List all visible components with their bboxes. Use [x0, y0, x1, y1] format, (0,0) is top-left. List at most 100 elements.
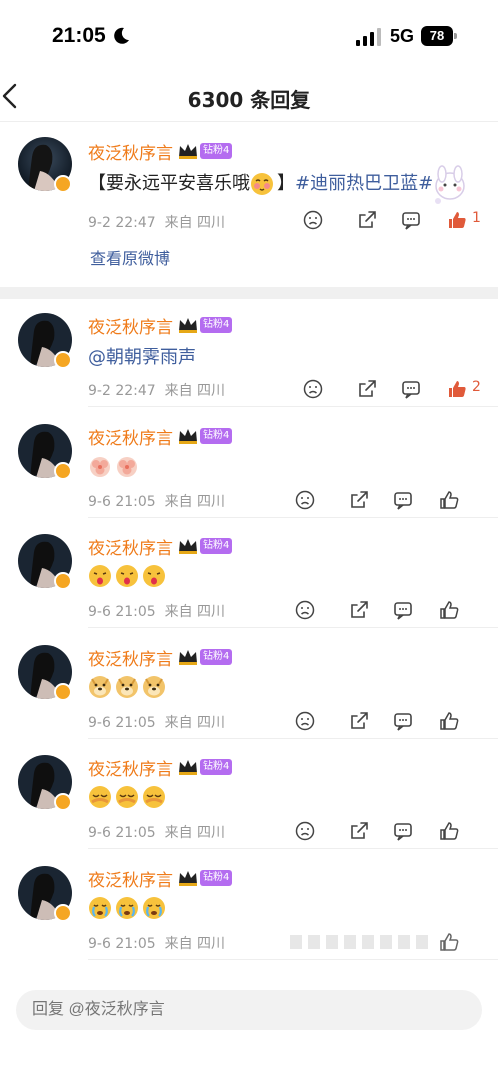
reply-text [88, 785, 169, 809]
share-icon[interactable] [348, 710, 370, 732]
username[interactable]: 夜泛秋序言 [88, 645, 173, 670]
mention-link[interactable]: @朝朝霁雨声 [88, 347, 196, 368]
crown-icon [179, 760, 197, 775]
row-divider [88, 627, 498, 628]
username[interactable]: 夜泛秋序言 [88, 755, 173, 780]
reply-source: 来自 四川 [164, 494, 226, 510]
username[interactable]: 夜泛秋序言 [88, 424, 173, 449]
sticker-icon [435, 165, 465, 204]
fan-badge: 钻粉4 [200, 649, 233, 665]
share-icon[interactable] [348, 599, 370, 621]
share-icon[interactable] [348, 489, 370, 511]
like-icon[interactable] [438, 710, 460, 732]
dislike-face-icon[interactable] [294, 820, 316, 842]
peach-heart-emoji-icon [117, 457, 137, 477]
view-original-link[interactable]: 查看原微博 [90, 245, 170, 269]
crying-emoji-icon [143, 897, 165, 919]
crown-icon [179, 318, 197, 333]
reply-item: 夜泛秋序言 钻粉4 9-6 21:05 来自 四川 [0, 850, 498, 960]
dislike-face-icon[interactable] [294, 710, 316, 732]
comment-icon[interactable] [400, 378, 422, 400]
dislike-face-icon[interactable] [302, 209, 324, 231]
reply-item: 夜泛秋序言 钻粉4 @朝朝霁雨声 9-2 22:47 来自 四川 2 [0, 297, 498, 407]
verified-badge-icon [54, 572, 72, 590]
dislike-face-icon[interactable] [302, 378, 324, 400]
crown-icon [179, 871, 197, 886]
reply-actions [290, 489, 480, 513]
comment-time: 9-2 22:47 [88, 215, 156, 231]
pleading-emoji-icon [116, 786, 138, 808]
comment-text: 【要永远平安喜乐哦 】#迪丽热巴卫蓝# [88, 173, 434, 195]
verified-badge-icon [54, 175, 72, 193]
dislike-face-icon[interactable] [294, 489, 316, 511]
comment-icon[interactable] [400, 209, 422, 231]
reply-input[interactable] [16, 990, 482, 1030]
reply-item: 夜泛秋序言 钻粉4 9-6 21:05 来自 四川 [0, 739, 498, 849]
username[interactable]: 夜泛秋序言 [88, 534, 173, 559]
like-icon[interactable] [446, 209, 468, 231]
reply-time: 9-6 21:05 [88, 825, 156, 841]
dislike-face-icon[interactable] [294, 599, 316, 621]
crying-emoji-icon [89, 897, 111, 919]
like-icon[interactable] [438, 820, 460, 842]
reply-item: 夜泛秋序言 钻粉4 9-6 21:05 来自 四川 [0, 629, 498, 739]
reply-actions [290, 710, 480, 734]
reply-source: 来自 四川 [164, 936, 226, 952]
verified-badge-icon [54, 351, 72, 369]
reply-source: 来自 四川 [164, 383, 226, 399]
like-icon[interactable] [438, 489, 460, 511]
page-title: 6300 条回复 [187, 88, 311, 112]
crown-icon [179, 650, 197, 665]
username[interactable]: 夜泛秋序言 [88, 139, 173, 164]
comment-icon[interactable] [392, 820, 414, 842]
username[interactable]: 夜泛秋序言 [88, 866, 173, 891]
comment-icon[interactable] [392, 489, 414, 511]
network-type: 5G [390, 26, 415, 46]
comment-icon[interactable] [392, 710, 414, 732]
username[interactable]: 夜泛秋序言 [88, 313, 173, 338]
reply-source: 来自 四川 [164, 715, 226, 731]
reply-text [88, 896, 169, 920]
pleading-emoji-icon [143, 786, 165, 808]
reply-time: 9-2 22:47 [88, 383, 156, 399]
comment-icon[interactable] [392, 599, 414, 621]
reply-time: 9-6 21:05 [88, 494, 156, 510]
reply-item: 夜泛秋序言 钻粉4 9-6 21:05 来自 四川 [0, 408, 498, 518]
reply-text [88, 675, 169, 699]
placeholder-actions [290, 935, 430, 949]
reply-time: 9-6 21:05 [88, 715, 156, 731]
like-icon[interactable] [438, 599, 460, 621]
verified-badge-icon [54, 683, 72, 701]
signal-icon [356, 28, 381, 46]
status-bar: 21:05 5G 78 [0, 0, 498, 72]
verified-badge-icon [54, 904, 72, 922]
pleading-emoji-icon [89, 786, 111, 808]
like-icon[interactable] [438, 931, 460, 953]
kiss-emoji-icon [116, 565, 138, 587]
fan-badge: 钻粉4 [200, 538, 233, 554]
doge-emoji-icon [116, 676, 138, 698]
row-divider [88, 848, 498, 849]
reply-time: 9-6 21:05 [88, 936, 156, 952]
share-icon[interactable] [356, 378, 378, 400]
row-divider [88, 406, 498, 407]
kiss-emoji-icon [89, 565, 111, 587]
reply-actions [290, 820, 480, 844]
topic-link[interactable]: #迪丽热巴卫蓝# [295, 173, 433, 194]
status-time: 21:05 [52, 24, 106, 47]
main-comment: 夜泛秋序言 钻粉4 【要永远平安喜乐哦 】#迪丽热巴卫蓝# 9-2 22:47 来… [0, 122, 498, 287]
header: 6300 条回复 [0, 72, 498, 122]
fan-badge: 钻粉4 [200, 143, 233, 159]
reply-text [88, 454, 142, 478]
like-icon[interactable] [446, 378, 468, 400]
share-icon[interactable] [348, 820, 370, 842]
share-icon[interactable] [356, 209, 378, 231]
comment-source: 来自 四川 [164, 215, 226, 231]
kiss-emoji-icon [143, 565, 165, 587]
peach-heart-emoji-icon [90, 457, 110, 477]
reply-actions [290, 931, 480, 955]
battery-icon: 78 [421, 26, 457, 46]
reply-text: @朝朝霁雨声 [88, 343, 196, 369]
doge-emoji-icon [89, 676, 111, 698]
verified-badge-icon [54, 462, 72, 480]
